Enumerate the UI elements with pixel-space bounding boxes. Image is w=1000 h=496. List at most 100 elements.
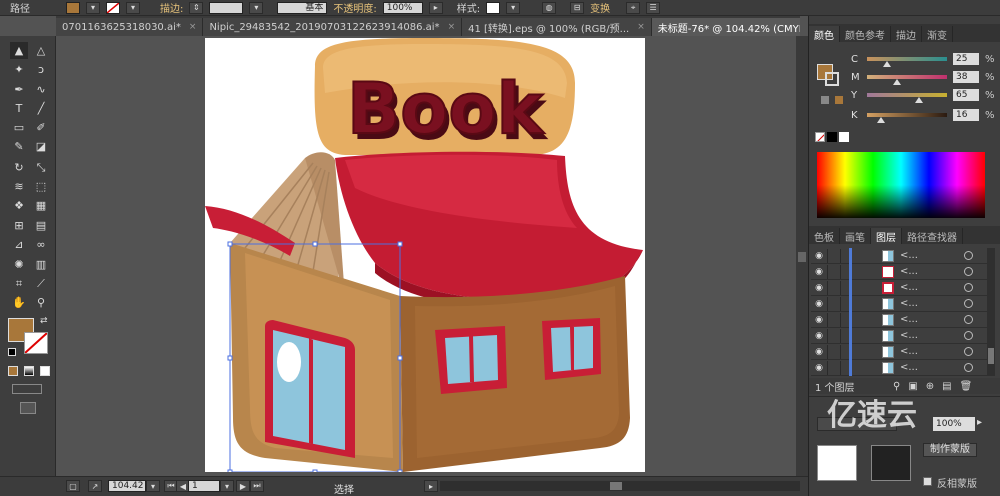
zoom-dropdown-icon[interactable]: ▾ (146, 480, 160, 492)
tab-document-1[interactable]: 0701163625318030.ai* × (56, 18, 204, 36)
transparency-opacity-field[interactable]: 100% (933, 417, 975, 431)
tab-pathfinder[interactable]: 路径查找器 (902, 228, 963, 244)
drawing-mode-icon[interactable] (12, 384, 42, 394)
align-icon[interactable]: ⊟ (570, 1, 585, 14)
gradient-tool-icon[interactable]: ▤ (32, 217, 50, 234)
blend-tool-icon[interactable]: ∞ (32, 236, 50, 253)
delete-layer-icon[interactable]: 🗑 (960, 381, 973, 392)
transform-link[interactable]: 变换 (590, 0, 610, 15)
close-icon[interactable]: × (637, 22, 645, 32)
target-icon[interactable] (964, 251, 973, 260)
opacity-label[interactable]: 不透明度: (333, 0, 376, 15)
zoom-level-field[interactable]: 104.42 (108, 480, 146, 492)
horizontal-scrollbar[interactable] (440, 481, 800, 491)
scrollbar-thumb[interactable] (988, 348, 994, 364)
slice-tool-icon[interactable]: ⟋ (32, 275, 50, 292)
layer-row[interactable]: ◉ <... (811, 327, 995, 344)
make-mask-button[interactable]: 制作蒙版 (923, 443, 977, 457)
lock-toggle[interactable] (827, 344, 841, 359)
tab-document-3[interactable]: 41 [转换].eps @ 100% (RGB/预... × (462, 18, 652, 36)
style-dropdown-icon[interactable]: ▾ (506, 1, 521, 14)
layer-name[interactable]: <... (900, 250, 950, 261)
eraser-tool-icon[interactable]: ◪ (32, 138, 50, 155)
tab-document-active[interactable]: 未标题-76* @ 104.42% (CMYK/预览)× (651, 18, 800, 36)
layer-row[interactable]: ◉ <... (811, 343, 995, 360)
layer-name[interactable]: <... (900, 282, 950, 293)
lock-toggle[interactable] (827, 264, 841, 279)
black-value-field[interactable]: 16 (953, 109, 979, 121)
opacity-arrow-icon[interactable]: ▸ (977, 417, 982, 428)
layer-row[interactable]: ◉ <... (811, 295, 995, 312)
slider-knob[interactable] (877, 117, 885, 123)
fill-swatch[interactable] (66, 1, 80, 14)
color-spectrum[interactable] (817, 152, 985, 218)
target-icon[interactable] (964, 347, 973, 356)
selection-tool-icon[interactable]: ▲ (10, 42, 28, 59)
scale-tool-icon[interactable]: ⤡ (32, 159, 50, 176)
paintbrush-tool-icon[interactable]: ✐ (32, 119, 50, 136)
gradient-mode-icon[interactable] (24, 366, 34, 376)
direct-selection-tool-icon[interactable]: △ (32, 42, 50, 59)
visibility-eye-icon[interactable]: ◉ (811, 331, 827, 341)
cyan-track[interactable] (867, 57, 947, 67)
opacity-arrow-icon[interactable]: ▸ (428, 1, 443, 14)
new-layer-icon[interactable]: ▤ (942, 381, 951, 392)
target-icon[interactable] (964, 331, 973, 340)
new-sublayer-icon[interactable]: ⊕ (926, 381, 934, 392)
visibility-eye-icon[interactable]: ◉ (811, 299, 827, 309)
artboard-tool-icon[interactable]: ⌗ (10, 275, 28, 292)
opacity-field[interactable]: 100% (382, 1, 423, 14)
recolor-artwork-icon[interactable]: ◍ (542, 1, 557, 14)
magic-wand-tool-icon[interactable]: ✦ (10, 61, 28, 78)
close-icon[interactable]: × (448, 22, 456, 32)
shape-builder-tool-icon[interactable]: ❖ (10, 197, 28, 214)
perspective-grid-tool-icon[interactable]: ▦ (32, 197, 50, 214)
layer-name[interactable]: <... (900, 330, 950, 341)
lock-toggle[interactable] (827, 328, 841, 343)
out-of-gamut-icon[interactable] (821, 96, 829, 104)
default-colors-icon[interactable] (8, 348, 16, 356)
visibility-eye-icon[interactable]: ◉ (811, 267, 827, 277)
canvas-area[interactable]: Book Book (56, 36, 796, 476)
stroke-swatch[interactable] (106, 1, 120, 14)
stroke-weight-stepper[interactable]: ⇕ (189, 1, 204, 14)
tab-stroke[interactable]: 描边 (891, 26, 922, 42)
status-arrow-icon[interactable]: ▸ (424, 480, 438, 492)
artboard-nav-icon[interactable]: ▢ (66, 480, 80, 492)
visibility-eye-icon[interactable]: ◉ (811, 283, 827, 293)
tab-brushes[interactable]: 画笔 (840, 228, 871, 244)
layer-row[interactable]: ◉ <... (811, 263, 995, 280)
layer-row[interactable]: ◉ <... (811, 311, 995, 328)
stroke-style-field[interactable]: 基本 (277, 1, 328, 14)
tab-color[interactable]: 颜色 (809, 26, 840, 42)
curvature-tool-icon[interactable]: ∿ (32, 81, 50, 98)
rectangle-tool-icon[interactable]: ▭ (10, 119, 28, 136)
none-swatch[interactable] (815, 132, 825, 142)
yellow-track[interactable] (867, 93, 947, 103)
type-tool-icon[interactable]: T (10, 100, 28, 117)
layer-row[interactable]: ◉ <... (811, 279, 995, 296)
layer-name[interactable]: <... (900, 362, 950, 373)
tab-swatches[interactable]: 色板 (809, 228, 840, 244)
visibility-eye-icon[interactable]: ◉ (811, 363, 827, 373)
artboard-number-field[interactable]: 1 (188, 480, 220, 492)
black-swatch[interactable] (827, 132, 837, 142)
none-mode-icon[interactable] (40, 366, 50, 376)
eyedropper-tool-icon[interactable]: ⊿ (10, 236, 28, 253)
layer-row[interactable]: ◉ <... (811, 359, 995, 376)
lock-toggle[interactable] (827, 360, 841, 375)
cyan-value-field[interactable]: 25 (953, 53, 979, 65)
scrollbar-thumb[interactable] (798, 252, 806, 262)
width-tool-icon[interactable]: ≋ (10, 178, 28, 195)
layer-name[interactable]: <... (900, 314, 950, 325)
style-swatch[interactable] (486, 1, 501, 14)
lock-toggle[interactable] (827, 280, 841, 295)
slider-knob[interactable] (883, 61, 891, 67)
tab-color-guide[interactable]: 颜色参考 (840, 26, 891, 42)
color-mode-icon[interactable] (8, 366, 18, 376)
isolate-icon[interactable]: ⌖ (626, 1, 641, 14)
close-icon[interactable]: × (189, 22, 197, 32)
column-graph-tool-icon[interactable]: ▥ (32, 256, 50, 273)
visibility-eye-icon[interactable]: ◉ (811, 315, 827, 325)
stroke-dropdown-icon[interactable]: ▾ (126, 1, 140, 14)
